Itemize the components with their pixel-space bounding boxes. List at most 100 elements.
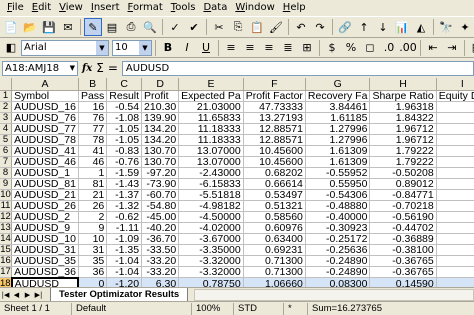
cell-e2[interactable]: 21.03000 <box>178 101 244 113</box>
cell-c4[interactable]: -1.05 <box>106 123 143 135</box>
bold-icon[interactable]: B <box>159 39 177 57</box>
cell-g4[interactable]: 1.27996 <box>305 123 371 135</box>
cell-b6[interactable]: 41 <box>78 145 108 157</box>
cell-h12[interactable]: -0.56190 <box>369 211 437 223</box>
cell-a6[interactable]: AUDUSD_41 <box>11 145 79 157</box>
cell-a7[interactable]: AUDUSD_46 <box>11 156 79 168</box>
cell-c2[interactable]: -0.54 <box>106 101 143 113</box>
increase-indent-icon[interactable]: ⇥ <box>443 39 461 57</box>
cell-i2[interactable]: 1 <box>436 101 474 113</box>
cell-g13[interactable]: -0.30923 <box>305 222 371 234</box>
cell-e17[interactable]: -3.32000 <box>178 266 244 278</box>
chart-icon[interactable]: 📊 <box>393 18 411 36</box>
hyperlink-icon[interactable]: 🔗 <box>336 18 354 36</box>
cell-d12[interactable]: -45.00 <box>141 211 180 223</box>
align-right-icon[interactable]: ≡ <box>260 39 278 57</box>
cell-b13[interactable]: 9 <box>78 222 108 234</box>
cell-b11[interactable]: 26 <box>78 200 108 212</box>
standard-format-icon[interactable]: ◻ <box>361 39 379 57</box>
cell-f4[interactable]: 12.88571 <box>243 123 306 135</box>
align-left-icon[interactable]: ≡ <box>222 39 240 57</box>
row-header[interactable]: 15 <box>0 244 13 256</box>
cell-i16[interactable]: 1 <box>436 255 474 267</box>
menu-file[interactable]: File <box>3 0 28 16</box>
chevron-down-icon[interactable]: ▼ <box>139 40 151 55</box>
cell-h11[interactable]: -0.70218 <box>369 200 437 212</box>
cell-a5[interactable]: AUDUSD_78 <box>11 134 79 146</box>
cell-g9[interactable]: 0.55950 <box>305 178 371 190</box>
cell-f9[interactable]: 0.66614 <box>243 178 306 190</box>
cell-b16[interactable]: 35 <box>78 255 108 267</box>
delete-decimal-icon[interactable]: .00 <box>399 39 417 57</box>
cell-h10[interactable]: -0.84771 <box>369 189 437 201</box>
select-all-corner[interactable] <box>0 78 13 91</box>
cell-e9[interactable]: -6.15833 <box>178 178 244 190</box>
cell-i9[interactable]: 1 <box>436 178 474 190</box>
cell-f6[interactable]: 10.45600 <box>243 145 306 157</box>
name-box[interactable]: A18:AMJ18 ▼ <box>2 60 78 76</box>
cell-g8[interactable]: -0.55952 <box>305 167 371 179</box>
format-paintbrush-icon[interactable]: 🖌 <box>267 18 285 36</box>
merge-cells-icon[interactable]: ⊞ <box>298 39 316 57</box>
cell-f13[interactable]: 0.60976 <box>243 222 306 234</box>
cell-f14[interactable]: 0.63400 <box>243 233 306 245</box>
cell-b12[interactable]: 2 <box>78 211 108 223</box>
cell-b4[interactable]: 77 <box>78 123 108 135</box>
cell-a3[interactable]: AUDUSD_76 <box>11 112 79 124</box>
cell-d14[interactable]: -36.70 <box>141 233 180 245</box>
cell-f3[interactable]: 13.27193 <box>243 112 306 124</box>
cell-c14[interactable]: -1.09 <box>106 233 143 245</box>
cell-h1[interactable]: Sharpe Ratio <box>369 90 437 102</box>
cell-b8[interactable]: 1 <box>78 167 108 179</box>
cell-b10[interactable]: 21 <box>78 189 108 201</box>
cell-b5[interactable]: 78 <box>78 134 108 146</box>
row-header[interactable]: 7 <box>0 156 13 168</box>
formula-input[interactable]: AUDUSD <box>121 60 474 76</box>
row-header[interactable]: 5 <box>0 134 13 146</box>
cell-b14[interactable]: 10 <box>78 233 108 245</box>
cell-c6[interactable]: -0.83 <box>106 145 143 157</box>
menu-format[interactable]: Format <box>124 0 167 16</box>
cell-i18[interactable]: 1 <box>436 277 474 287</box>
function-wizard-icon[interactable]: fx <box>82 63 92 74</box>
column-header[interactable]: I <box>436 78 474 91</box>
menu-edit[interactable]: Edit <box>28 0 55 16</box>
cell-g11[interactable]: -0.48880 <box>305 200 371 212</box>
cell-d4[interactable]: 134.20 <box>141 123 180 135</box>
cell-c7[interactable]: -0.76 <box>106 156 143 168</box>
cell-h17[interactable]: -0.36765 <box>369 266 437 278</box>
column-header[interactable]: H <box>369 78 437 91</box>
cell-i6[interactable]: 1 <box>436 145 474 157</box>
cell-c8[interactable]: -1.59 <box>106 167 143 179</box>
cell-i1[interactable]: Equity DD <box>436 90 474 102</box>
column-header[interactable]: E <box>178 78 244 91</box>
navigator-icon[interactable]: ✦ <box>456 18 474 36</box>
row-header[interactable]: 8 <box>0 167 13 179</box>
cell-f8[interactable]: 0.68202 <box>243 167 306 179</box>
row-header[interactable]: 4 <box>0 123 13 135</box>
cell-e4[interactable]: 11.18333 <box>178 123 244 135</box>
cell-e1[interactable]: Expected Pa <box>178 90 244 102</box>
cell-c12[interactable]: -0.62 <box>106 211 143 223</box>
cell-e3[interactable]: 11.65833 <box>178 112 244 124</box>
cell-e11[interactable]: -4.98182 <box>178 200 244 212</box>
print-icon[interactable]: ⎙ <box>122 18 140 36</box>
cell-h5[interactable]: 1.96712 <box>369 134 437 146</box>
cell-d7[interactable]: 130.70 <box>141 156 180 168</box>
cell-e12[interactable]: -4.50000 <box>178 211 244 223</box>
row-header[interactable]: 1 <box>0 90 13 102</box>
cell-b9[interactable]: 81 <box>78 178 108 190</box>
cell-e7[interactable]: 13.07000 <box>178 156 244 168</box>
cell-h7[interactable]: 1.79222 <box>369 156 437 168</box>
horizontal-scrollbar[interactable] <box>194 288 474 301</box>
cell-d9[interactable]: -73.90 <box>141 178 180 190</box>
cell-a12[interactable]: AUDUSD_2 <box>11 211 79 223</box>
cell-d11[interactable]: -54.80 <box>141 200 180 212</box>
cell-d10[interactable]: -60.70 <box>141 189 180 201</box>
cell-b18[interactable]: 0 <box>78 277 108 287</box>
menu-window[interactable]: Window <box>231 0 278 16</box>
column-header[interactable]: C <box>106 78 143 91</box>
cell-e6[interactable]: 13.07000 <box>178 145 244 157</box>
cell-d5[interactable]: 134.20 <box>141 134 180 146</box>
cell-e10[interactable]: -5.51818 <box>178 189 244 201</box>
